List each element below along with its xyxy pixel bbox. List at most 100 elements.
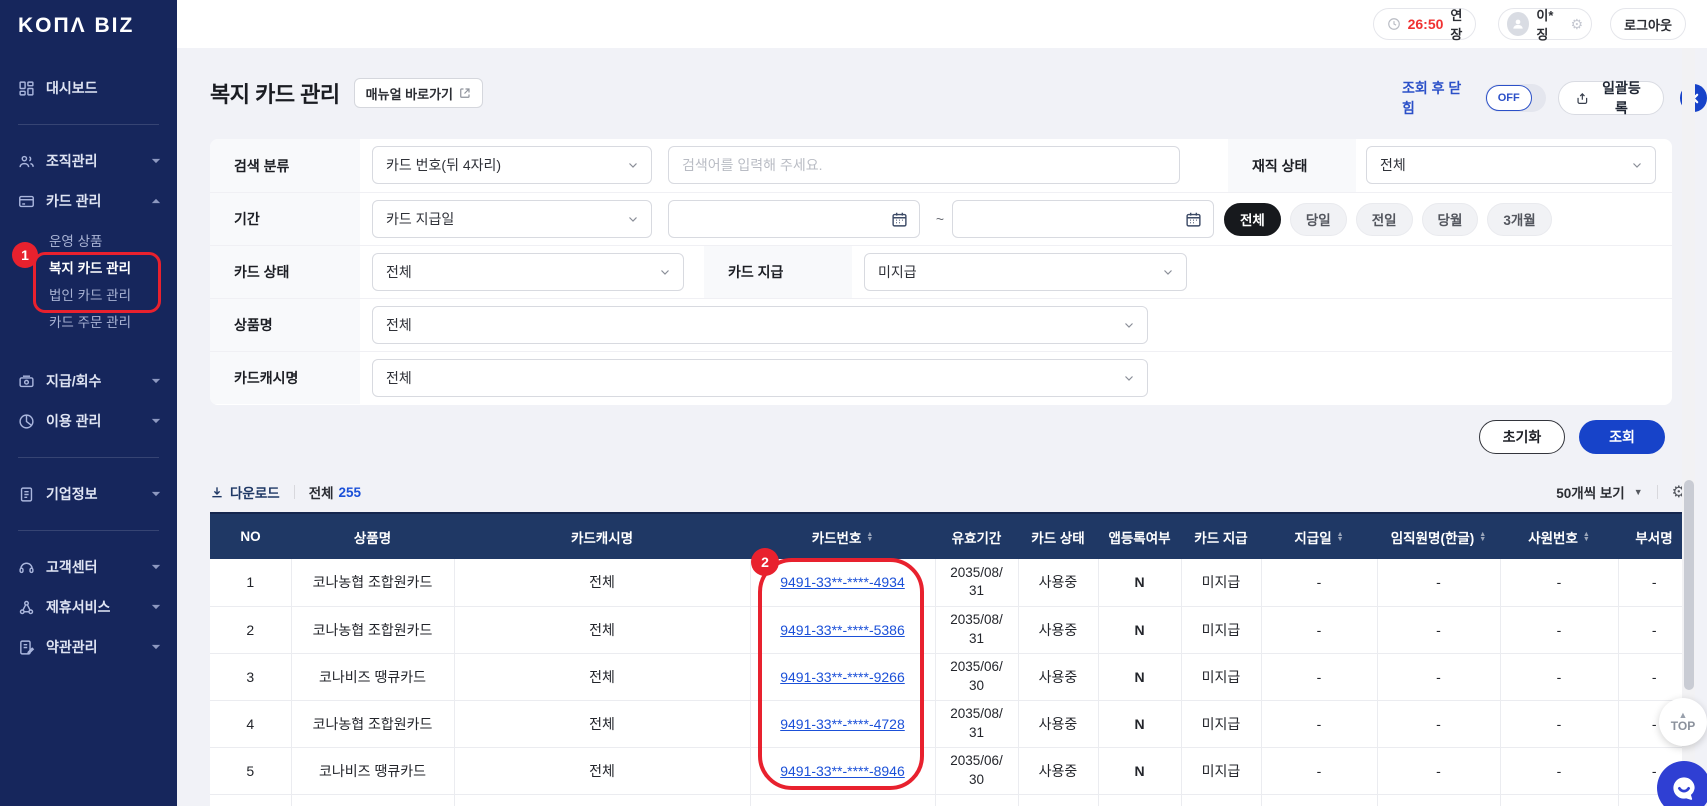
sidebar-subitem-card-order[interactable]: 카드 주문 관리 <box>0 308 177 333</box>
sidebar-item-payment-recovery[interactable]: 지급/회수 <box>0 361 177 401</box>
sidebar-item-label: 고객센터 <box>46 559 98 575</box>
sidebar-item-terms-management[interactable]: 약관관리 <box>0 627 177 667</box>
sidebar-item-partner-services[interactable]: 제휴서비스 <box>0 587 177 627</box>
extend-session-button[interactable]: 연장 <box>1450 5 1462 43</box>
card-issue-value: 미지급 <box>878 264 917 280</box>
card-number-link[interactable]: 9491-33**-****-8946 <box>780 763 905 779</box>
support-icon <box>18 559 35 576</box>
search-button[interactable]: 조회 <box>1579 420 1665 454</box>
period-type-select[interactable]: 카드 지급일 <box>372 200 652 238</box>
chevron-down-icon <box>627 159 639 171</box>
user-menu[interactable]: 이*징 ⚙ <box>1498 8 1592 42</box>
total-label: 전체 <box>308 486 334 501</box>
filter-row-period: 기간 카드 지급일 ~ 전체 당일 전일 당월 3개월 <box>210 192 1672 245</box>
card-cash-name-select[interactable]: 전체 <box>372 359 1148 397</box>
date-from-input[interactable] <box>668 200 920 238</box>
sidebar-item-company-info[interactable]: 기업정보 <box>0 474 177 514</box>
chevron-down-icon <box>1123 319 1135 331</box>
close-after-search-label: 조회 후 닫힘 <box>1402 80 1462 116</box>
usage-icon <box>18 413 35 430</box>
partner-icon <box>18 599 35 616</box>
sidebar-item-dashboard[interactable]: 대시보드 <box>0 68 177 108</box>
chevron-down-icon <box>1631 159 1643 171</box>
sidebar-item-organization[interactable]: 조직관리 <box>0 141 177 181</box>
back-to-top-button[interactable]: ▲ TOP <box>1659 698 1707 746</box>
filter-row-card-status: 카드 상태 전체 카드 지급 미지급 <box>210 245 1672 298</box>
employment-status-label: 재직 상태 <box>1228 139 1356 192</box>
logout-button[interactable]: 로그아웃 <box>1610 8 1686 40</box>
dashboard-icon <box>18 80 35 97</box>
external-link-icon <box>460 88 470 98</box>
period-type-value: 카드 지급일 <box>386 211 455 227</box>
period-presets: 전체 당일 전일 당월 3개월 <box>1224 193 1552 245</box>
card-issue-label: 카드 지급 <box>704 246 852 298</box>
toggle-state: OFF <box>1485 85 1532 111</box>
preset-all-button[interactable]: 전체 <box>1224 202 1281 236</box>
search-category-value: 카드 번호(뒤 4자리) <box>386 157 502 173</box>
col-app-registered: 앱등록여부 <box>1098 512 1181 559</box>
download-label: 다운로드 <box>230 486 280 501</box>
manual-link-label: 매뉴얼 바로가기 <box>365 86 454 102</box>
preset-today-button[interactable]: 당일 <box>1289 202 1347 236</box>
card-issue-select[interactable]: 미지급 <box>864 253 1187 291</box>
sidebar-divider <box>18 124 159 125</box>
scrollbar-thumb[interactable] <box>1683 480 1694 690</box>
employment-status-select[interactable]: 전체 <box>1366 146 1656 184</box>
table-row: 1 코나농협 조합원카드 전체 9491-33**-****-4934 2035… <box>210 559 1690 607</box>
sidebar-subitem-welfare-card[interactable]: 복지 카드 관리 <box>0 254 177 279</box>
sort-icon: ▲ ▼ <box>1582 530 1590 543</box>
preset-this-month-button[interactable]: 당월 <box>1421 202 1479 236</box>
main-content: 복지 카드 관리 매뉴얼 바로가기 조회 후 닫힘 OFF 일괄등록 검색 분류 <box>177 48 1707 806</box>
page-title: 복지 카드 관리 <box>210 82 340 107</box>
col-card-number[interactable]: 카드번호 ▲ ▼ <box>750 512 935 559</box>
search-category-label: 검색 분류 <box>210 139 360 192</box>
col-issue-date[interactable]: 지급일 ▲ ▼ <box>1261 512 1377 559</box>
sidebar-divider <box>18 457 159 458</box>
sidebar-subitem-corporate-card[interactable]: 법인 카드 관리 <box>0 281 177 306</box>
card-cash-name-label: 카드캐시명 <box>210 352 360 404</box>
kona-biz-logo: KOΠΛ BIZ <box>18 14 135 37</box>
manual-link-button[interactable]: 매뉴얼 바로가기 <box>353 78 484 108</box>
sort-icon: ▲ ▼ <box>1336 530 1344 543</box>
search-category-select[interactable]: 카드 번호(뒤 4자리) <box>372 146 652 184</box>
bulk-register-button[interactable]: 일괄등록 <box>1557 80 1664 116</box>
scrollbar-track <box>1682 48 1695 806</box>
terms-icon <box>18 639 35 656</box>
toolbar-divider <box>1656 485 1658 499</box>
page-size-select[interactable]: 50개씩 보기 ▼ <box>1556 482 1642 502</box>
reset-button[interactable]: 초기화 <box>1479 420 1565 454</box>
col-expiry: 유효기간 <box>935 512 1018 559</box>
sidebar-item-label: 카드 관리 <box>46 193 102 209</box>
chevron-down-icon <box>151 156 161 166</box>
chat-widget-button[interactable] <box>1657 761 1707 806</box>
date-to-input[interactable] <box>952 200 1214 238</box>
filter-row-product-name: 상품명 전체 <box>210 298 1672 351</box>
col-department: 부서명 <box>1618 512 1690 559</box>
close-after-search-toggle[interactable]: OFF <box>1484 84 1546 112</box>
col-employee-name[interactable]: 임직원명(한글) ▲ ▼ <box>1377 512 1500 559</box>
sidebar-item-card-management[interactable]: 카드 관리 <box>0 181 177 221</box>
search-filter-panel: 검색 분류 카드 번호(뒤 4자리) 재직 상태 전체 기간 카드 지급일 <box>210 139 1672 405</box>
sidebar-item-usage-management[interactable]: 이용 관리 <box>0 401 177 441</box>
preset-3-months-button[interactable]: 3개월 <box>1487 202 1552 236</box>
chevron-up-icon <box>151 196 161 206</box>
sidebar-subitem-operating-products[interactable]: 운영 상품 <box>0 227 177 252</box>
product-name-select[interactable]: 전체 <box>372 306 1148 344</box>
sidebar-item-customer-center[interactable]: 고객센터 <box>0 547 177 587</box>
card-number-link[interactable]: 9491-33**-****-4728 <box>780 716 905 732</box>
employment-status-value: 전체 <box>1380 157 1406 173</box>
card-number-link[interactable]: 9491-33**-****-9266 <box>780 669 905 685</box>
card-number-link[interactable]: 9491-33**-****-4934 <box>780 574 905 590</box>
search-keyword-input[interactable] <box>668 146 1180 184</box>
preset-yesterday-button[interactable]: 전일 <box>1355 202 1413 236</box>
card-status-label: 카드 상태 <box>210 246 360 298</box>
organization-icon <box>18 153 35 170</box>
session-timer[interactable]: 26:50 연장 <box>1373 5 1476 43</box>
card-status-select[interactable]: 전체 <box>372 253 684 291</box>
card-number-link[interactable]: 9491-33**-****-5386 <box>780 622 905 638</box>
gear-icon[interactable]: ⚙ <box>1570 17 1583 31</box>
chevron-down-icon <box>659 266 671 278</box>
col-employee-no[interactable]: 사원번호 ▲ ▼ <box>1500 512 1618 559</box>
download-button[interactable]: 다운로드 <box>210 482 280 502</box>
total-count: 255 <box>338 484 362 500</box>
